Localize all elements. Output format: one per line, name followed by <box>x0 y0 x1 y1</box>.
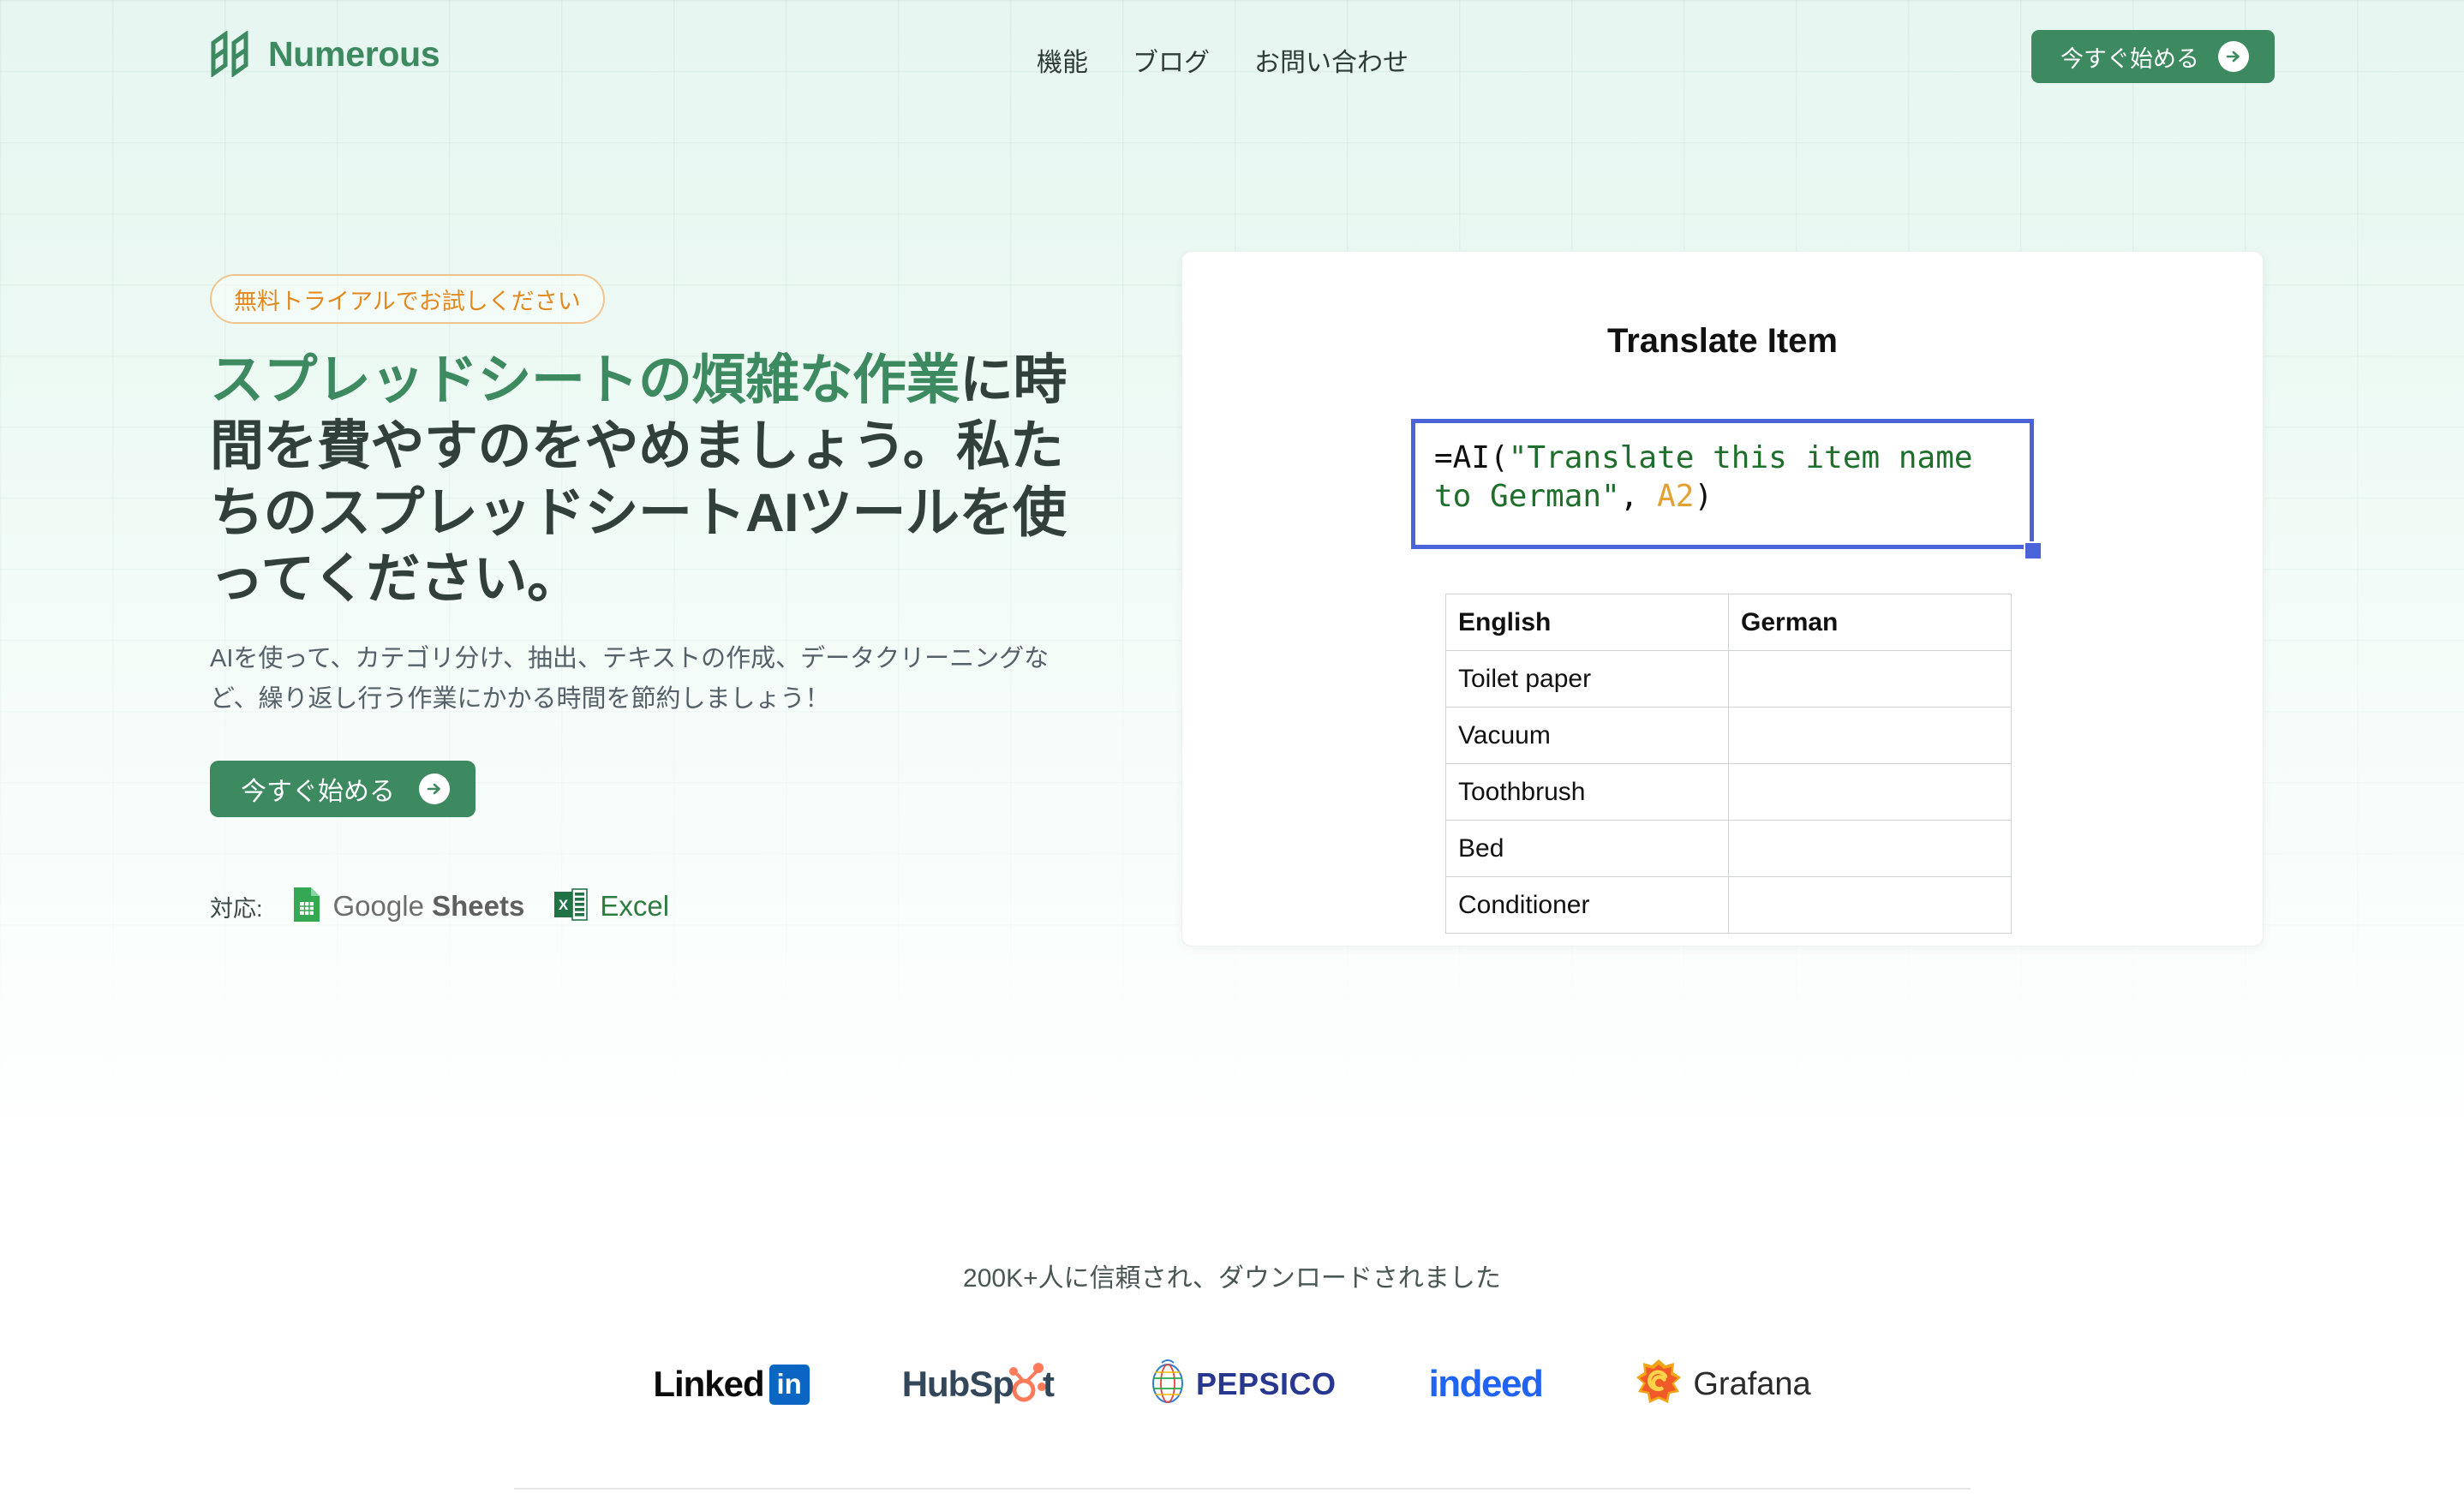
table-row: Toilet paper <box>1445 650 2012 708</box>
free-trial-badge: 無料トライアルでお試しください <box>210 274 605 324</box>
pepsico-wordmark: PEPSICO <box>1196 1366 1337 1401</box>
table-cell-english[interactable]: Vacuum <box>1445 707 1729 764</box>
formula-suffix: ) <box>1694 479 1713 515</box>
numerous-logo-icon <box>210 30 249 78</box>
grafana-spiral-icon <box>1635 1358 1683 1412</box>
table-cell-english[interactable]: Toilet paper <box>1445 650 1729 708</box>
formula-separator: , <box>1619 479 1658 515</box>
nav-item-blog[interactable]: ブログ <box>1133 41 1210 79</box>
hubspot-sprocket-icon <box>1008 1359 1046 1410</box>
pepsico-globe-icon <box>1146 1358 1189 1412</box>
hubspot-wordmark-part2: t <box>1043 1364 1055 1404</box>
formula-prefix: =AI( <box>1434 440 1509 475</box>
compatibility-row: 対応: Google Sheets X Excel <box>210 886 1109 928</box>
compat-google-sheets: Google Sheets <box>292 886 525 928</box>
fill-handle[interactable] <box>2024 541 2042 560</box>
nav-item-features[interactable]: 機能 <box>1037 41 1088 79</box>
hero-get-started-button[interactable]: 今すぐ始める <box>210 760 475 817</box>
indeed-wordmark: indeed <box>1428 1363 1544 1405</box>
formula-cell-reference: A2 <box>1657 479 1695 515</box>
formula-cell[interactable]: =AI("Translate this item name to German"… <box>1411 419 2034 549</box>
logo-grafana: Grafana <box>1635 1352 1811 1417</box>
logo-hubspot: HubSp t <box>901 1352 1055 1417</box>
landing-page: Numerous 機能 ブログ お問い合わせ 今すぐ始める 無料トライアルでお試… <box>0 0 2464 1511</box>
headline-highlight: スプレッドシートの煩雑な作業 <box>210 350 960 410</box>
table-header-german: German <box>1728 594 2012 651</box>
table-header-english: English <box>1445 594 1729 651</box>
free-trial-badge-label: 無料トライアルでお試しください <box>234 288 581 314</box>
excel-icon: X <box>553 887 589 926</box>
table-cell-english[interactable]: Bed <box>1445 820 1729 877</box>
demo-title: Translate Item <box>1606 322 1838 360</box>
hero-content: 無料トライアルでお試しください スプレッドシートの煩雑な作業に時間を費やすのをや… <box>210 274 1109 928</box>
site-header: Numerous 機能 ブログ お問い合わせ 今すぐ始める <box>0 0 2464 120</box>
google-sheets-icon <box>292 886 321 928</box>
svg-text:X: X <box>559 897 569 913</box>
arrow-right-icon <box>419 773 450 804</box>
grafana-wordmark: Grafana <box>1693 1365 1811 1402</box>
page-title: スプレッドシートの煩雑な作業に時間を費やすのをやめましょう。私たちのスプレッドシ… <box>210 348 1109 613</box>
table-cell-english[interactable]: Conditioner <box>1445 876 1729 934</box>
table-cell-german[interactable] <box>1728 820 2012 877</box>
linkedin-in-icon: in <box>769 1364 810 1405</box>
logo-pepsico: PEPSICO <box>1146 1352 1337 1417</box>
table-row: Vacuum <box>1445 707 2012 764</box>
compat-excel: X Excel <box>553 887 669 926</box>
table-row: Bed <box>1445 820 2012 877</box>
logo-linkedin: Linked in <box>653 1352 810 1417</box>
hero-cta-label: 今すぐ始める <box>241 777 395 806</box>
table-cell-german[interactable] <box>1728 876 2012 934</box>
logo-indeed: indeed <box>1428 1352 1544 1417</box>
trust-statement: 200K+人に信頼され、ダウンロードされました <box>963 1264 1501 1293</box>
table-row: Conditioner <box>1445 876 2012 934</box>
formula-text: =AI("Translate this item name to German"… <box>1434 439 2011 517</box>
compatibility-label: 対応: <box>210 895 263 922</box>
table-cell-german[interactable] <box>1728 650 2012 708</box>
translation-table: English German Toilet paper Vacuum Tooth… <box>1445 594 2012 934</box>
main-nav: 機能 ブログ お問い合わせ <box>1037 41 1408 79</box>
header-get-started-button[interactable]: 今すぐ始める <box>2031 30 2275 83</box>
customer-logo-row: Linked in HubSp t PEPSICO indeed Grafana <box>0 1352 2464 1417</box>
table-header-row: English German <box>1445 594 2012 651</box>
linkedin-wordmark: Linked <box>653 1364 764 1404</box>
table-cell-german[interactable] <box>1728 763 2012 821</box>
header-cta-label: 今すぐ始める <box>2060 45 2199 72</box>
google-sheets-label-light: Google <box>332 890 424 923</box>
brand-wordmark: Numerous <box>268 33 440 74</box>
hero-subtext: AIを使って、カテゴリ分け、抽出、テキストの作成、データクリーニングなど、繰り返… <box>210 644 1050 713</box>
demo-card: Translate Item =AI("Translate this item … <box>1181 251 2264 947</box>
excel-label: Excel <box>600 890 670 923</box>
table-row: Toothbrush <box>1445 763 2012 821</box>
arrow-right-icon <box>2218 41 2249 72</box>
hubspot-wordmark-part1: HubSp <box>901 1364 1014 1404</box>
table-cell-german[interactable] <box>1728 707 2012 764</box>
google-sheets-label-bold: Sheets <box>432 890 525 923</box>
table-cell-english[interactable]: Toothbrush <box>1445 763 1729 821</box>
section-divider <box>514 1488 1971 1490</box>
nav-item-contact[interactable]: お問い合わせ <box>1254 41 1408 79</box>
brand-logo[interactable]: Numerous <box>210 30 440 78</box>
